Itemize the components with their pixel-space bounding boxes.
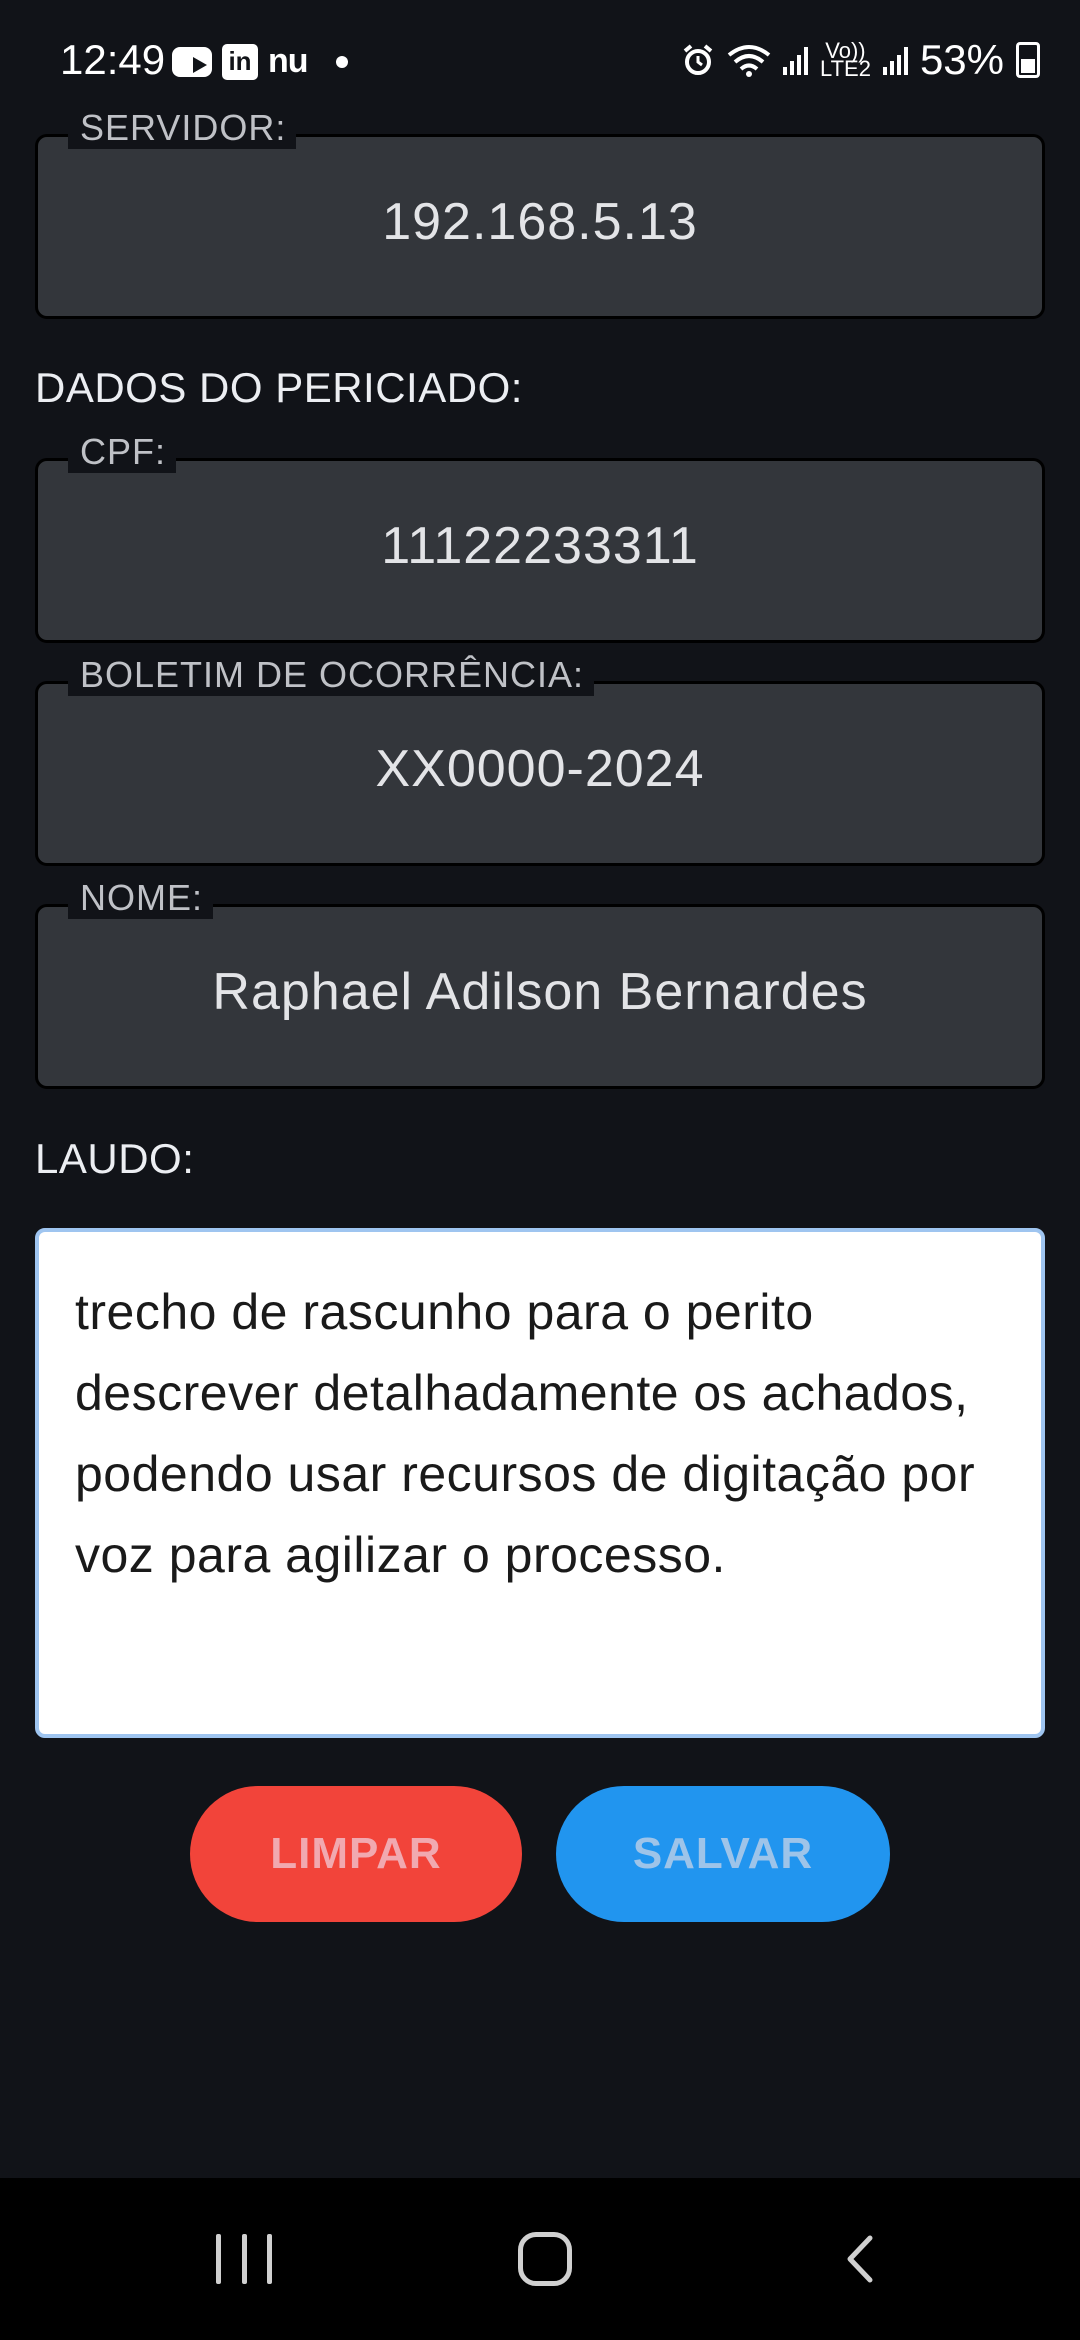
boletim-field[interactable]: BOLETIM DE OCORRÊNCIA: XX0000-2024	[35, 654, 1045, 866]
nome-label: NOME:	[68, 877, 214, 919]
signal-icon-2	[882, 45, 908, 75]
back-icon[interactable]	[836, 2234, 886, 2284]
battery-icon	[1016, 42, 1040, 78]
status-time: 12:49	[60, 36, 166, 83]
nome-field[interactable]: NOME: Raphael Adilson Bernardes	[35, 877, 1045, 1089]
navigation-bar	[0, 2178, 1080, 2340]
signal-icon-1	[782, 45, 808, 75]
servidor-value[interactable]: 192.168.5.13	[38, 192, 1042, 252]
nome-value[interactable]: Raphael Adilson Bernardes	[38, 962, 1042, 1022]
notification-icons: in nu	[172, 42, 348, 81]
home-icon[interactable]	[518, 2232, 572, 2286]
servidor-label: SERVIDOR:	[68, 107, 297, 149]
linkedin-icon: in	[222, 43, 258, 80]
battery-percent: 53%	[919, 36, 1004, 83]
nubank-icon: nu	[268, 42, 309, 80]
cpf-field[interactable]: CPF: 11122233311	[35, 431, 1045, 643]
recent-apps-icon[interactable]	[216, 2234, 272, 2284]
boletim-value[interactable]: XX0000-2024	[38, 739, 1042, 799]
volte-label-bottom: LTE2	[819, 56, 871, 81]
youtube-icon	[172, 46, 212, 77]
system-indicators: Vo)) LTE2 53%	[681, 36, 1040, 84]
servidor-field[interactable]: SERVIDOR: 192.168.5.13	[35, 107, 1045, 319]
dot-icon	[335, 55, 348, 68]
cpf-label: CPF:	[68, 431, 177, 473]
wifi-icon	[727, 45, 771, 77]
volte-label: Vo)) LTE2	[819, 40, 871, 81]
cpf-value[interactable]: 11122233311	[38, 516, 1042, 576]
alarm-icon	[683, 44, 713, 75]
laudo-textarea[interactable]: trecho de rascunho para o perito descrev…	[35, 1228, 1045, 1738]
boletim-label: BOLETIM DE OCORRÊNCIA:	[68, 654, 595, 696]
section-periciado-heading: DADOS DO PERICIADO:	[35, 364, 523, 411]
section-laudo-heading: LAUDO:	[35, 1135, 195, 1182]
save-button[interactable]: SALVAR	[556, 1786, 890, 1922]
clear-button[interactable]: LIMPAR	[190, 1786, 522, 1922]
